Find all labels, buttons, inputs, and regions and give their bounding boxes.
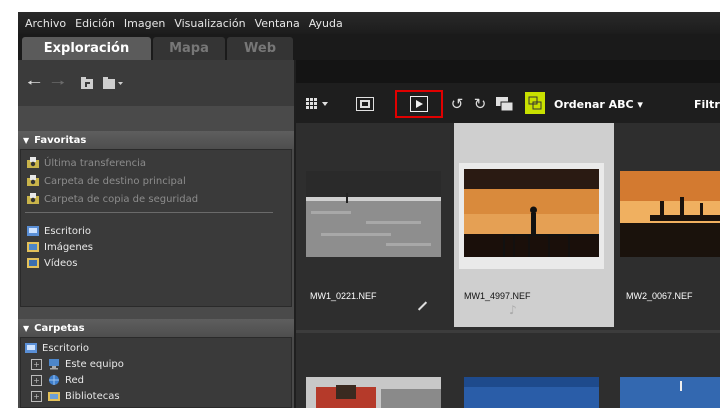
content-area: ↺ ↻ Ordenar ABC ▾ Filtro MW1_0 (296, 60, 720, 408)
tab-mapa[interactable]: Mapa (153, 37, 225, 60)
favorite-item-backup-folder[interactable]: Carpeta de copia de seguridad (27, 191, 198, 207)
thumbnail-image (306, 377, 441, 408)
thumbnail-filename: MW1_0221.NEF (310, 291, 377, 301)
slideshow-play-button[interactable] (395, 90, 443, 118)
thumbnail-cell-selected[interactable]: MW1_4997.NEF ♪ (454, 123, 614, 327)
menu-ventana[interactable]: Ventana (255, 17, 300, 30)
forward-arrow-icon[interactable]: 🠒 (51, 74, 65, 92)
menu-bar: Archivo Edición Imagen Visualización Ven… (18, 12, 720, 34)
videos-folder-icon (27, 258, 39, 268)
thumbnail-filename: MW1_4997.NEF (464, 291, 531, 301)
collapse-triangle-icon: ▼ (23, 323, 30, 333)
app-window: Archivo Edición Imagen Visualización Ven… (18, 12, 720, 408)
browser-toolbar: ↺ ↻ Ordenar ABC ▾ Filtro (296, 83, 720, 123)
filter-button[interactable]: Filtro (694, 94, 720, 114)
computer-icon (49, 359, 59, 370)
menu-archivo[interactable]: Archivo (25, 17, 66, 30)
folders-section-header[interactable]: ▼ Carpetas (18, 319, 294, 337)
expand-plus-icon[interactable]: + (31, 390, 42, 402)
favorite-item-main-destination[interactable]: Carpeta de destino principal (27, 173, 186, 189)
folder-up-icon[interactable] (80, 76, 94, 90)
rotate-left-icon[interactable]: ↺ (448, 94, 466, 114)
folder-tree-red[interactable]: + Red (31, 372, 84, 388)
menu-imagen[interactable]: Imagen (124, 17, 165, 30)
thumbnail-cell[interactable]: MW2_0067.NEF (614, 123, 720, 327)
favorite-item-videos[interactable]: Vídeos (27, 255, 77, 271)
favorites-divider (25, 212, 273, 213)
sync-images-icon (528, 96, 542, 110)
thumbnail-cell[interactable] (296, 335, 456, 408)
favorites-header-label: Favoritas (34, 134, 87, 146)
row-divider (296, 330, 720, 333)
menu-ayuda[interactable]: Ayuda (309, 17, 343, 30)
workspace-tabs: Exploración Mapa Web (18, 34, 720, 60)
camera-folder-icon (27, 175, 39, 186)
camera-folder-icon (27, 157, 39, 168)
back-arrow-icon[interactable]: 🠐 (27, 74, 41, 92)
grid-view-icon[interactable] (304, 94, 332, 114)
folder-tree-escritorio[interactable]: Escritorio (25, 340, 89, 356)
expand-plus-icon[interactable]: + (31, 358, 42, 370)
tab-exploracion[interactable]: Exploración (22, 37, 151, 60)
thumbnail-filename: MW2_0067.NEF (626, 291, 693, 301)
thumbnail-image (620, 171, 720, 257)
folders-header-label: Carpetas (34, 322, 85, 334)
toggle-sync-button[interactable] (525, 92, 545, 114)
camera-folder-icon (27, 193, 39, 204)
thumbnail-cell[interactable] (454, 335, 614, 408)
expand-plus-icon[interactable]: + (31, 374, 42, 386)
menu-edicion[interactable]: Edición (75, 17, 115, 30)
favorites-section-header[interactable]: ▼ Favoritas (18, 131, 294, 149)
favorite-item-escritorio[interactable]: Escritorio (27, 223, 91, 239)
menu-visualizacion[interactable]: Visualización (174, 17, 245, 30)
thumbnail-cell[interactable]: MW1_0221.NEF (296, 123, 456, 327)
compare-images-icon[interactable] (494, 94, 516, 114)
desktop-folder-icon (27, 226, 39, 236)
navigation-panel: 🠐 🠒 ▼ Favoritas Última transferencia Car… (18, 60, 294, 408)
thumbnail-image (459, 163, 604, 269)
folder-menu-icon[interactable] (102, 76, 124, 90)
sort-dropdown[interactable]: Ordenar ABC ▾ (550, 94, 678, 114)
desktop-folder-icon (25, 343, 37, 353)
tab-web[interactable]: Web (227, 37, 293, 60)
favorite-item-imagenes[interactable]: Imágenes (27, 239, 93, 255)
thumbnail-cell[interactable] (614, 335, 720, 408)
play-icon (410, 96, 428, 112)
thumbnail-grid: MW1_0221.NEF MW1_4997.NEF ♪ MW2_0067.NEF (296, 123, 720, 408)
pictures-folder-icon (27, 242, 39, 252)
rotate-right-icon[interactable]: ↻ (471, 94, 489, 114)
edited-pencil-icon (417, 301, 428, 311)
nav-toolbar: 🠐 🠒 (18, 60, 294, 106)
libraries-icon (48, 392, 60, 401)
collapse-triangle-icon: ▼ (23, 135, 30, 145)
folder-tree-bibliotecas[interactable]: + Bibliotecas (31, 388, 120, 404)
folders-tree: Escritorio + Este equipo + Red + Bibliot… (20, 337, 292, 408)
image-viewer-icon[interactable] (354, 94, 376, 114)
thumbnail-image (464, 377, 599, 408)
network-icon (49, 375, 59, 385)
thumbnail-image (620, 377, 720, 408)
folder-tree-este-equipo[interactable]: + Este equipo (31, 356, 124, 372)
favorites-list: Última transferencia Carpeta de destino … (20, 149, 292, 307)
thumbnail-image (306, 171, 441, 257)
audio-note-icon: ♪ (509, 303, 517, 317)
favorite-item-last-transfer[interactable]: Última transferencia (27, 155, 146, 171)
content-top-strip (296, 60, 720, 83)
